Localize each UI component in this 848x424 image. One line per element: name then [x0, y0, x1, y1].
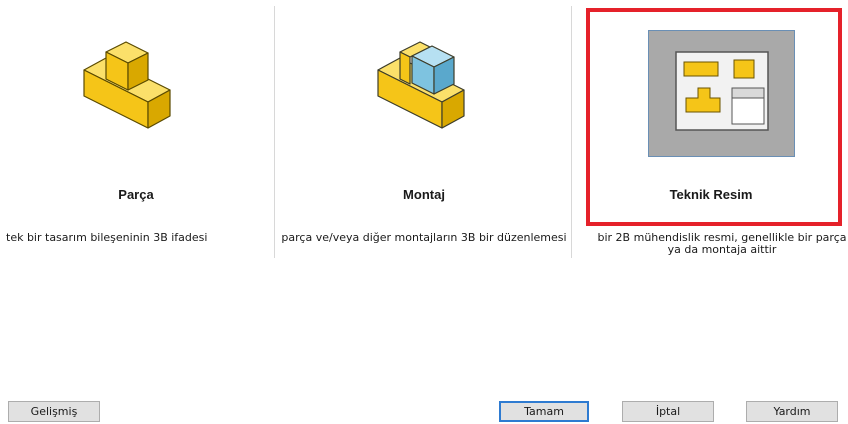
selection-highlight [586, 8, 842, 226]
option-description: bir 2B mühendislik resmi, genellikle bir… [597, 231, 847, 256]
advanced-button[interactable]: Gelişmiş [8, 401, 100, 422]
option-title: Parça [118, 187, 154, 202]
option-description: tek bir tasarım bileşeninin 3B ifadesi [6, 231, 208, 244]
assembly-icon [372, 40, 472, 144]
cancel-button[interactable]: İptal [622, 401, 714, 422]
option-part[interactable]: Parça tek bir tasarım bileşeninin 3B ifa… [0, 0, 272, 262]
option-description: parça ve/veya diğer montajların 3B bir d… [281, 231, 567, 244]
column-divider [274, 6, 275, 258]
ok-button[interactable]: Tamam [499, 401, 589, 422]
option-assembly[interactable]: Montaj parça ve/veya diğer montajların 3… [276, 0, 572, 262]
option-title: Montaj [403, 187, 445, 202]
help-button[interactable]: Yardım [746, 401, 838, 422]
part-icon [76, 40, 176, 144]
